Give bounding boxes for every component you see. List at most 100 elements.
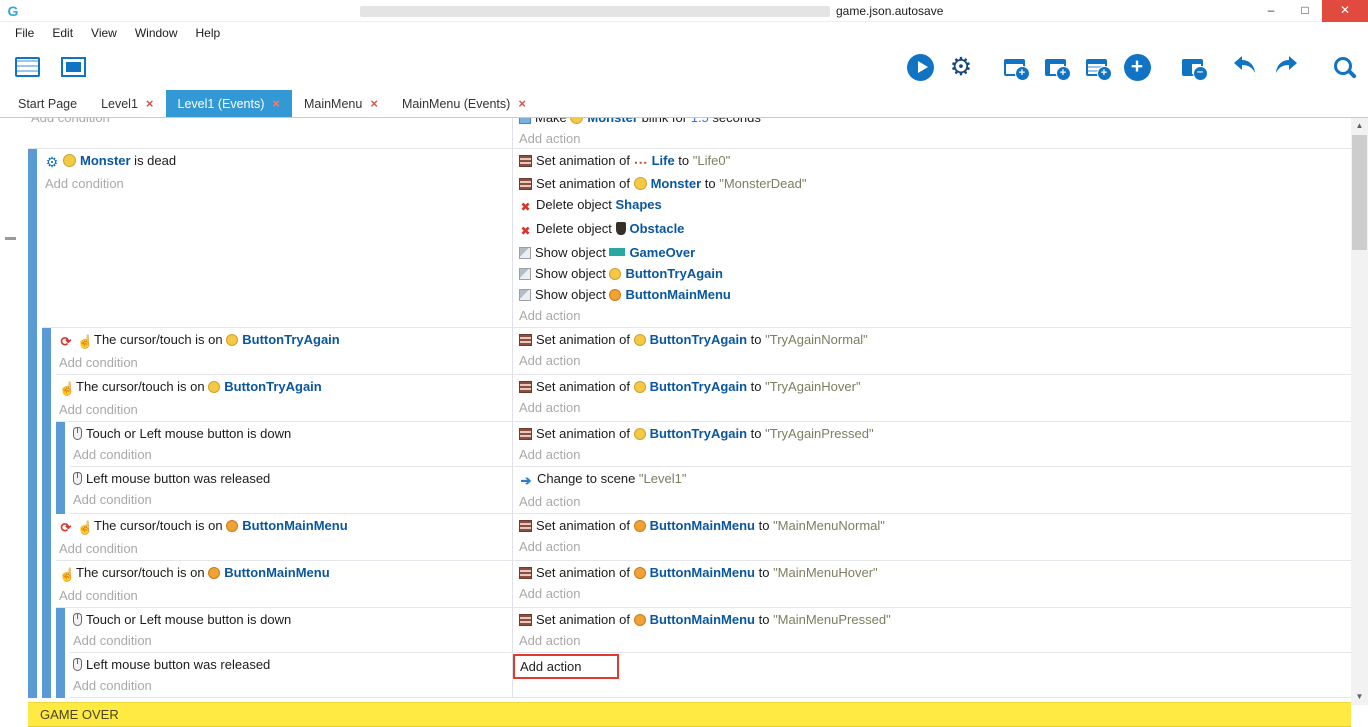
action-line[interactable]: Change to scene "Level1" bbox=[519, 468, 1351, 491]
action-line[interactable]: Set animation of ButtonMainMenu to "Main… bbox=[519, 609, 1351, 630]
condition-line[interactable]: Touch or Left mouse button is down bbox=[73, 423, 512, 444]
add-other-event-button[interactable] bbox=[1122, 50, 1152, 84]
action-line[interactable]: Set animation of Life to "Life0" bbox=[519, 150, 1351, 173]
action-line[interactable]: Show object GameOver bbox=[519, 242, 1351, 263]
project-manager-button[interactable] bbox=[12, 50, 42, 84]
condition-line[interactable]: Touch or Left mouse button is down bbox=[73, 609, 512, 630]
editor-views-button[interactable] bbox=[58, 50, 88, 84]
search-button[interactable] bbox=[1328, 50, 1358, 84]
actions-cell[interactable]: Set animation of ButtonTryAgain to "TryA… bbox=[512, 422, 1351, 467]
add-condition-button[interactable]: Add condition bbox=[59, 538, 512, 559]
tab-mainmenu-events[interactable]: MainMenu (Events)× bbox=[390, 90, 538, 117]
undo-button[interactable] bbox=[1230, 50, 1260, 84]
tab-mainmenu[interactable]: MainMenu× bbox=[292, 90, 390, 117]
add-condition-button[interactable]: Add condition bbox=[31, 118, 512, 128]
highlight-box[interactable]: Add action bbox=[513, 654, 619, 679]
menu-view[interactable]: View bbox=[82, 26, 126, 40]
conditions-cell[interactable]: Add condition bbox=[28, 118, 512, 149]
conditions-cell[interactable]: The cursor/touch is on ButtonTryAgainAdd… bbox=[56, 375, 512, 422]
add-condition-button[interactable]: Add condition bbox=[73, 675, 512, 696]
scroll-up-arrow[interactable]: ▲ bbox=[1351, 118, 1368, 134]
add-condition-button[interactable]: Add condition bbox=[73, 489, 512, 510]
conditions-cell[interactable]: Left mouse button was releasedAdd condit… bbox=[70, 467, 512, 514]
action-line[interactable]: Set animation of ButtonTryAgain to "TryA… bbox=[519, 376, 1351, 397]
play-button[interactable] bbox=[905, 50, 935, 84]
menu-file[interactable]: File bbox=[6, 26, 43, 40]
menu-edit[interactable]: Edit bbox=[43, 26, 82, 40]
actions-cell[interactable]: Set animation of ButtonMainMenu to "Main… bbox=[512, 561, 1351, 608]
menu-window[interactable]: Window bbox=[126, 26, 187, 40]
action-line[interactable]: Set animation of ButtonTryAgain to "TryA… bbox=[519, 423, 1351, 444]
action-line[interactable]: Set animation of Monster to "MonsterDead… bbox=[519, 173, 1351, 194]
add-condition-button[interactable]: Add condition bbox=[59, 585, 512, 606]
actions-cell[interactable]: Make Monster blink for 1.5 secondsAdd ac… bbox=[512, 118, 1351, 149]
comment-event[interactable]: GAME OVER bbox=[28, 702, 1351, 727]
minimize-button[interactable]: – bbox=[1254, 0, 1288, 22]
actions-cell[interactable]: Set animation of ButtonTryAgain to "TryA… bbox=[512, 375, 1351, 422]
condition-line[interactable]: The cursor/touch is on ButtonMainMenu bbox=[59, 515, 512, 538]
redo-button[interactable] bbox=[1271, 50, 1301, 84]
actions-cell[interactable]: Change to scene "Level1"Add action bbox=[512, 467, 1351, 514]
actions-cell[interactable]: Set animation of ButtonMainMenu to "Main… bbox=[512, 608, 1351, 653]
add-action-button[interactable]: Add action bbox=[519, 630, 1351, 651]
add-action-button[interactable]: Add action bbox=[519, 305, 1351, 326]
add-condition-button[interactable]: Add condition bbox=[73, 630, 512, 651]
add-action-button[interactable]: Add action bbox=[519, 350, 1351, 371]
action-line[interactable]: Show object ButtonTryAgain bbox=[519, 263, 1351, 284]
action-line[interactable]: Set animation of ButtonMainMenu to "Main… bbox=[519, 562, 1351, 583]
add-comment-button[interactable] bbox=[1081, 50, 1111, 84]
add-action-button[interactable]: Add action bbox=[519, 128, 1351, 149]
scroll-thumb[interactable] bbox=[1352, 135, 1367, 250]
conditions-cell[interactable]: Monster is deadAdd condition bbox=[42, 149, 512, 328]
action-line[interactable]: Delete object Obstacle bbox=[519, 218, 1351, 242]
add-action-button[interactable]: Add action bbox=[519, 491, 1351, 512]
add-action-button[interactable]: Add action bbox=[519, 444, 1351, 465]
actions-cell[interactable]: Set animation of ButtonTryAgain to "TryA… bbox=[512, 328, 1351, 375]
condition-line[interactable]: The cursor/touch is on ButtonMainMenu bbox=[59, 562, 512, 585]
add-action-button[interactable]: Add action bbox=[519, 397, 1351, 418]
menu-help[interactable]: Help bbox=[187, 26, 230, 40]
toggle-event-button[interactable] bbox=[1177, 50, 1207, 84]
action-line[interactable]: Delete object Shapes bbox=[519, 194, 1351, 218]
add-subevent-button[interactable] bbox=[1040, 50, 1070, 84]
actions-cell[interactable]: Add action bbox=[512, 653, 1351, 698]
collapse-toggle-icon[interactable] bbox=[5, 237, 16, 240]
add-condition-button[interactable]: Add condition bbox=[45, 173, 512, 194]
action-line[interactable]: Set animation of ButtonMainMenu to "Main… bbox=[519, 515, 1351, 536]
conditions-cell[interactable]: Left mouse button was releasedAdd condit… bbox=[70, 653, 512, 698]
condition-line[interactable]: Left mouse button was released bbox=[73, 468, 512, 489]
condition-line[interactable]: The cursor/touch is on ButtonTryAgain bbox=[59, 329, 512, 352]
conditions-cell[interactable]: The cursor/touch is on ButtonTryAgainAdd… bbox=[56, 328, 512, 375]
add-event-button[interactable] bbox=[999, 50, 1029, 84]
condition-line[interactable]: Left mouse button was released bbox=[73, 654, 512, 675]
tab-close-icon[interactable]: × bbox=[272, 96, 280, 111]
action-line[interactable]: Set animation of ButtonTryAgain to "TryA… bbox=[519, 329, 1351, 350]
tab-level1-events[interactable]: Level1 (Events)× bbox=[166, 90, 292, 117]
add-action-button[interactable]: Add action bbox=[519, 583, 1351, 604]
add-condition-button[interactable]: Add condition bbox=[59, 399, 512, 420]
maximize-button[interactable]: □ bbox=[1288, 0, 1322, 22]
actions-cell[interactable]: Set animation of ButtonMainMenu to "Main… bbox=[512, 514, 1351, 561]
close-button[interactable]: ✕ bbox=[1322, 0, 1368, 22]
tab-level1[interactable]: Level1× bbox=[89, 90, 165, 117]
add-condition-button[interactable]: Add condition bbox=[73, 444, 512, 465]
action-line[interactable]: Show object ButtonMainMenu bbox=[519, 284, 1351, 305]
scroll-down-arrow[interactable]: ▼ bbox=[1351, 689, 1368, 705]
conditions-cell[interactable]: Touch or Left mouse button is downAdd co… bbox=[70, 608, 512, 653]
action-line[interactable]: Make Monster blink for 1.5 seconds bbox=[519, 118, 1351, 128]
conditions-cell[interactable]: The cursor/touch is on ButtonMainMenuAdd… bbox=[56, 561, 512, 608]
tab-close-icon[interactable]: × bbox=[370, 96, 378, 111]
condition-line[interactable]: The cursor/touch is on ButtonTryAgain bbox=[59, 376, 512, 399]
actions-cell[interactable]: Set animation of Life to "Life0"Set anim… bbox=[512, 149, 1351, 328]
conditions-cell[interactable]: Touch or Left mouse button is downAdd co… bbox=[70, 422, 512, 467]
debugger-button[interactable] bbox=[946, 50, 976, 84]
tab-close-icon[interactable]: × bbox=[146, 96, 154, 111]
add-action-button[interactable]: Add action bbox=[519, 654, 1351, 679]
condition-line[interactable]: Monster is dead bbox=[45, 150, 512, 173]
tab-start-page[interactable]: Start Page bbox=[6, 90, 89, 117]
vertical-scrollbar[interactable]: ▲ ▼ bbox=[1351, 118, 1368, 705]
tab-close-icon[interactable]: × bbox=[518, 96, 526, 111]
add-action-button[interactable]: Add action bbox=[519, 536, 1351, 557]
add-condition-button[interactable]: Add condition bbox=[59, 352, 512, 373]
conditions-cell[interactable]: The cursor/touch is on ButtonMainMenuAdd… bbox=[56, 514, 512, 561]
